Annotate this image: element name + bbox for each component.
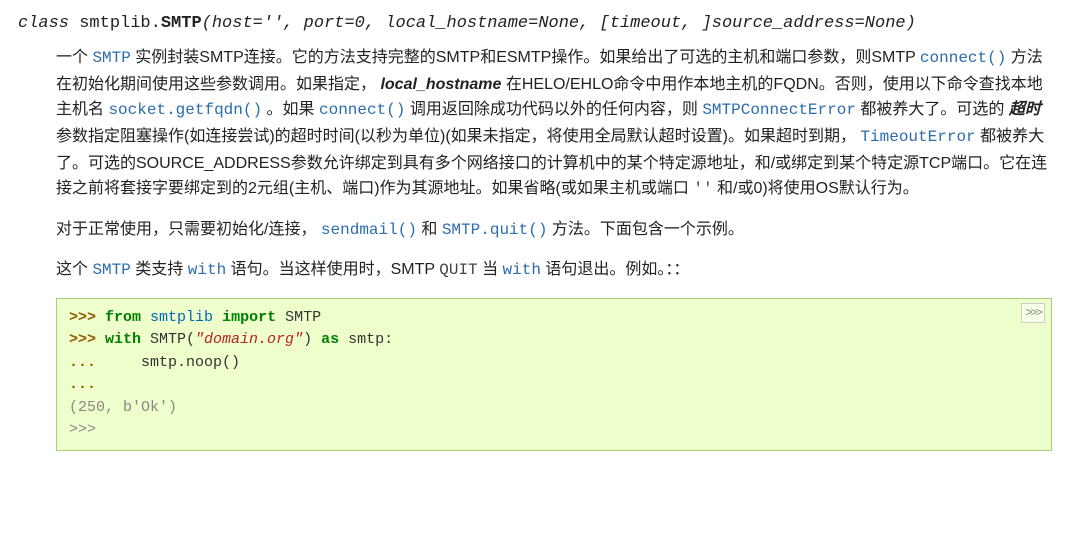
space [276, 309, 285, 326]
text-run: 语句退出。例如。：： [541, 261, 689, 278]
paragraph-1: 一个 SMTP 实例封装SMTP连接。它的方法支持完整的SMTP和ESMTP操作… [56, 45, 1052, 203]
sig-params-3: source_address=None [712, 14, 906, 33]
link-connect[interactable]: connect() [319, 101, 405, 119]
code-text: smtp: [339, 331, 393, 348]
link-smtp[interactable]: SMTP [92, 49, 130, 67]
literal-empty-string: '' [693, 180, 712, 198]
keyword-from: from [105, 309, 141, 326]
link-smtpconnecterror[interactable]: SMTPConnectError [702, 101, 856, 119]
prompt: >>> [69, 331, 105, 348]
class-name: SMTP [161, 14, 202, 33]
module-name: smtplib. [79, 14, 161, 33]
sig-params-1: host='', port=0, local_hostname=None, [212, 14, 600, 33]
link-with[interactable]: with [188, 261, 226, 279]
prompt: >>> [69, 309, 105, 326]
output-line: (250, b'Ok') [69, 399, 177, 416]
name-smtp: SMTP [285, 309, 321, 326]
paragraph-2: 对于正常使用，只需要初始化/连接， sendmail() 和 SMTP.quit… [56, 217, 1052, 244]
text-run: 实例封装SMTP连接。它的方法支持完整的SMTP和ESMTP操作。如果给出了可选… [131, 49, 920, 66]
keyword-with: with [105, 331, 141, 348]
string-literal: "domain.org" [195, 331, 303, 348]
code-text: ) [303, 331, 321, 348]
paragraph-3: 这个 SMTP 类支持 with 语句。当这样使用时，SMTP QUIT 当 w… [56, 257, 1052, 284]
keyword-class: class [18, 14, 79, 33]
text-run: 语句。当这样使用时，SMTP [226, 261, 439, 278]
sig-bracket-close: ] [702, 14, 712, 33]
prompt-empty: >>> [69, 421, 96, 438]
class-signature: class smtplib.SMTP(host='', port=0, loca… [18, 10, 1052, 37]
link-connect[interactable]: connect() [920, 49, 1006, 67]
text-run: 一个 [56, 49, 92, 66]
literal-quit: QUIT [439, 261, 477, 279]
text-run: 和 [417, 221, 442, 238]
prompt-continuation: ... [69, 354, 105, 371]
code-text: SMTP( [141, 331, 195, 348]
text-run: 对于正常使用，只需要初始化/连接， [56, 221, 321, 238]
text-run: 。如果 [262, 101, 319, 118]
link-sendmail[interactable]: sendmail() [321, 221, 417, 239]
link-smtp[interactable]: SMTP [92, 261, 130, 279]
text-run: 类支持 [131, 261, 188, 278]
space [141, 309, 150, 326]
link-smtp-quit[interactable]: SMTP.quit() [442, 221, 548, 239]
code-text: smtp.noop() [105, 354, 240, 371]
emphasis-local-hostname: local_hostname [380, 76, 501, 93]
sig-params-2: timeout, [610, 14, 702, 33]
space [213, 309, 222, 326]
keyword-as: as [321, 331, 339, 348]
sig-bracket-open: [ [600, 14, 610, 33]
emphasis-timeout: 超时 [1009, 101, 1041, 118]
link-with[interactable]: with [503, 261, 541, 279]
description-block: 一个 SMTP 实例封装SMTP连接。它的方法支持完整的SMTP和ESMTP操作… [56, 45, 1052, 451]
text-run: 参数指定阻塞操作(如连接尝试)的超时时间(以秒为单位)(如果未指定，将使用全局默… [56, 128, 860, 145]
text-run: 调用返回除成功代码以外的任何内容，则 [405, 101, 702, 118]
text-run: 当 [478, 261, 503, 278]
link-timeouterror[interactable]: TimeoutError [860, 128, 975, 146]
code-block: >>> >>> from smtplib import SMTP >>> with… [56, 298, 1052, 451]
text-run: 这个 [56, 261, 92, 278]
link-getfqdn[interactable]: socket.getfqdn() [108, 101, 262, 119]
text-run: 和/或0)将使用OS默认行为。 [713, 180, 919, 197]
keyword-import: import [222, 309, 276, 326]
prompt-continuation: ... [69, 376, 96, 393]
sig-close: ) [906, 14, 916, 33]
sig-open: ( [202, 14, 212, 33]
module-name: smtplib [150, 309, 213, 326]
text-run: 都被养大了。可选的 [856, 101, 1009, 118]
copy-prompt-button[interactable]: >>> [1021, 303, 1045, 323]
text-run: 方法。下面包含一个示例。 [547, 221, 743, 238]
